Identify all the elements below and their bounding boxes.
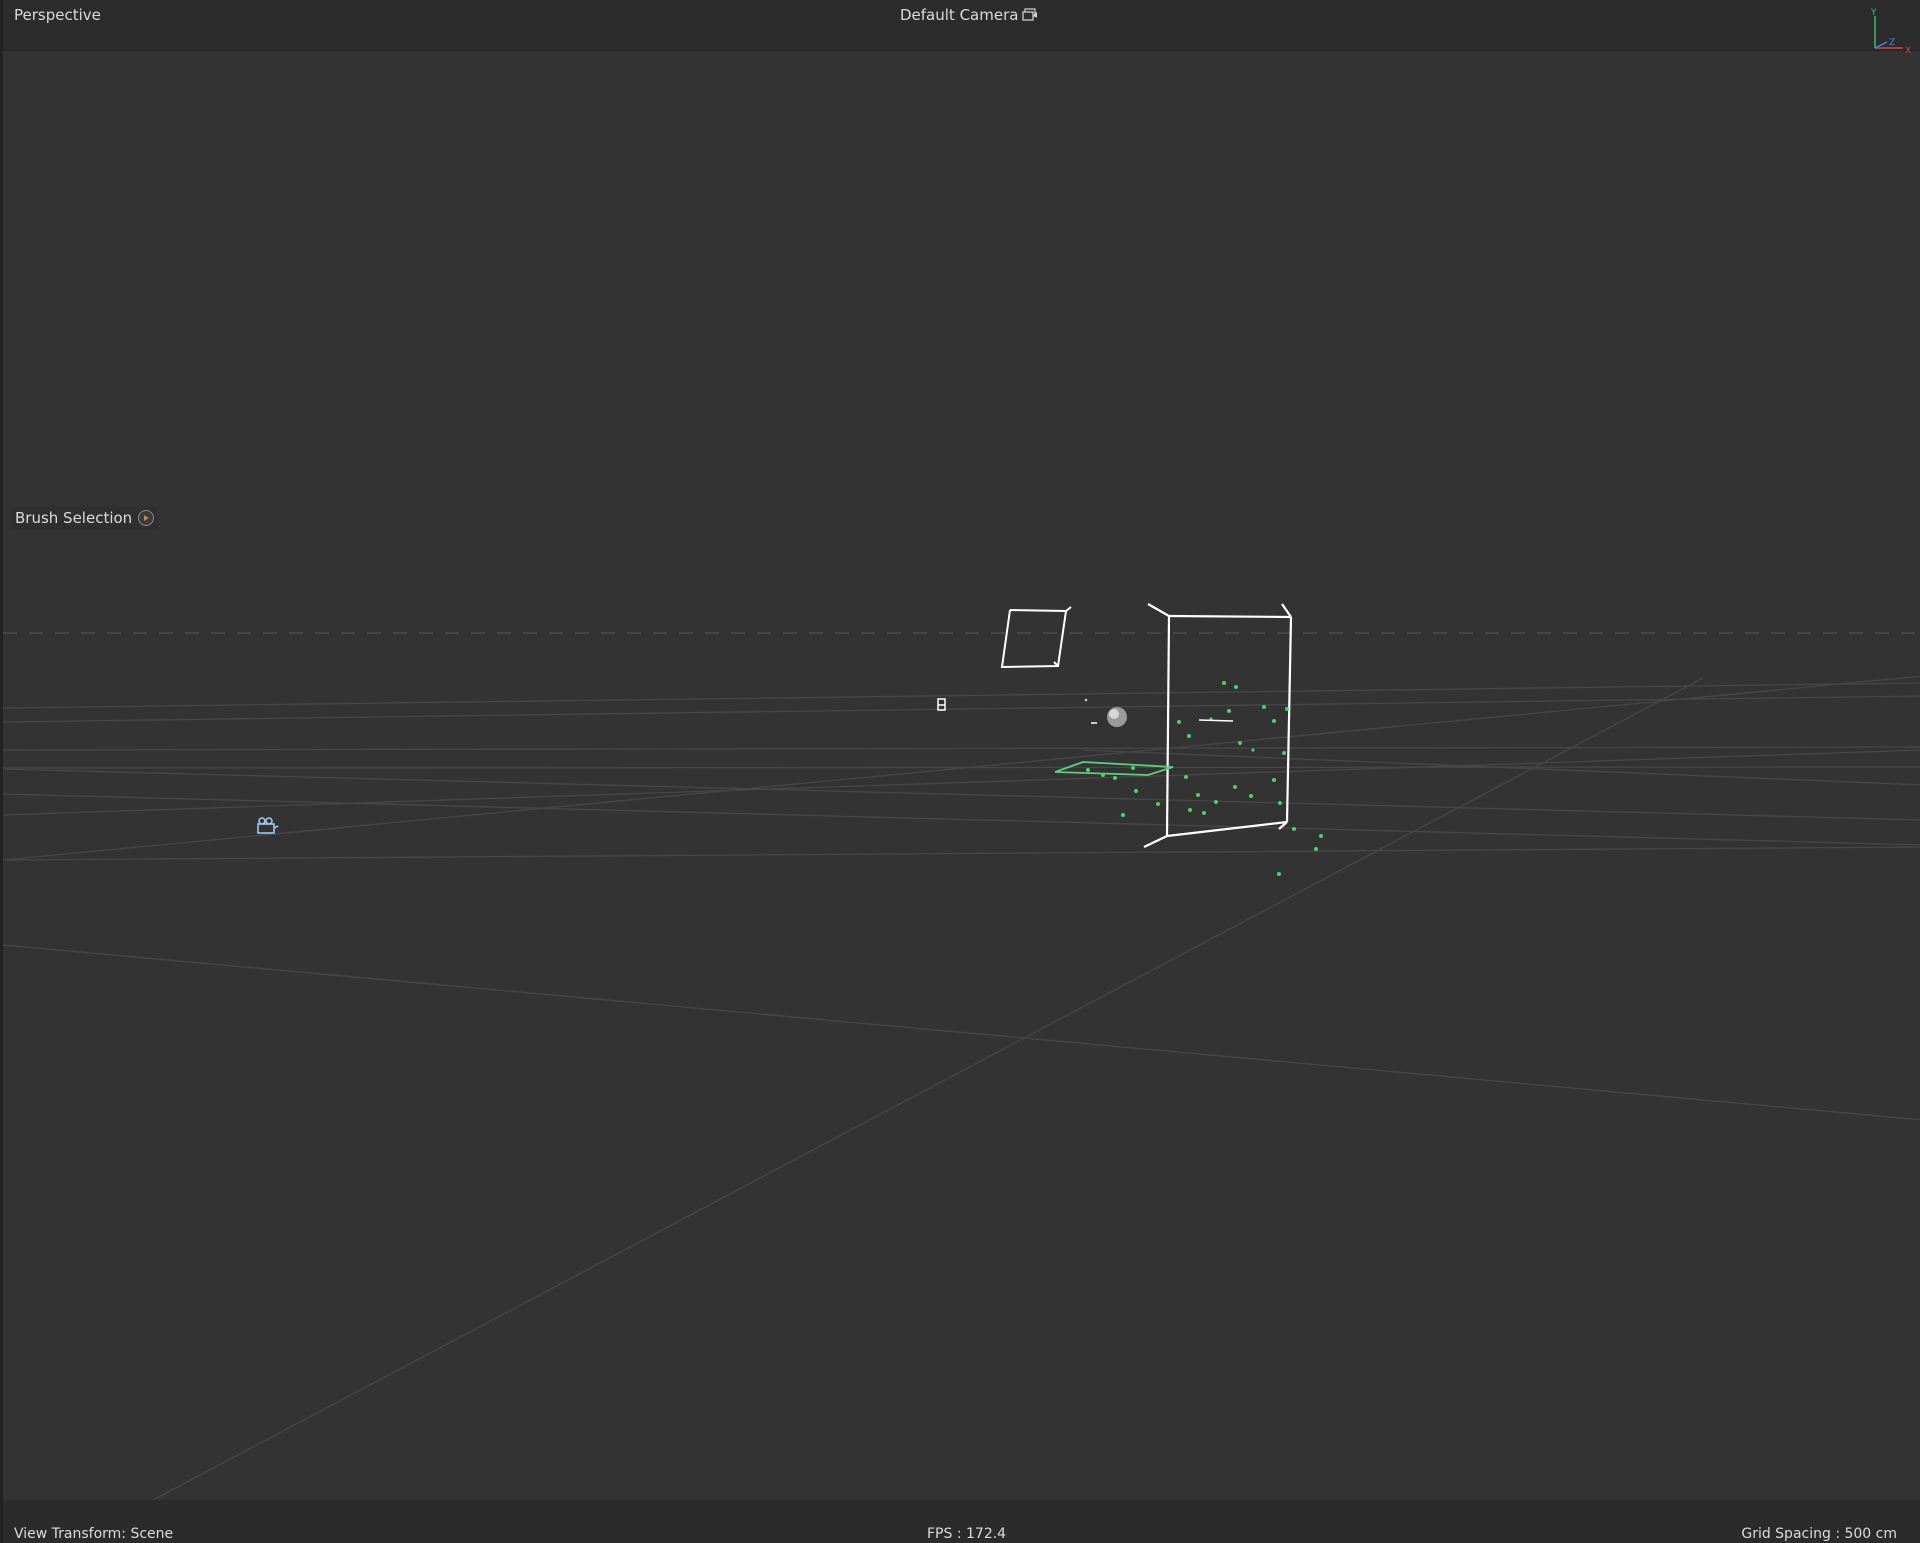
emitter-plane	[1054, 761, 1174, 776]
ground-grid	[3, 675, 1920, 1500]
axis-z-label: Z	[1889, 38, 1895, 48]
viewport-header: Perspective Default Camera Y Z X	[3, 0, 1920, 56]
scene-camera-icon	[257, 817, 279, 834]
camera-link-icon	[1022, 8, 1038, 21]
viewport-footer: View Transform: Scene FPS : 172.4 Grid S…	[3, 1500, 1920, 1543]
fps-readout: FPS : 172.4	[927, 1526, 1007, 1542]
view-transform-label: View Transform: Scene	[14, 1526, 174, 1542]
camera-selector[interactable]: Default Camera	[900, 6, 1038, 24]
box-object	[1143, 603, 1293, 848]
axis-y-label: Y	[1870, 8, 1877, 18]
light-sphere	[1084, 698, 1127, 727]
white-marker	[1198, 719, 1234, 722]
null-object	[937, 698, 946, 711]
view-mode-label[interactable]: Perspective	[14, 6, 101, 24]
camera-title-label: Default Camera	[900, 6, 1019, 24]
3d-viewport[interactable]: Perspective Default Camera Y Z X Brush S…	[0, 0, 1920, 1543]
emitter-frame	[1000, 606, 1072, 669]
grid-spacing-label: Grid Spacing : 500 cm	[1741, 1526, 1897, 1542]
scene-canvas[interactable]	[3, 50, 1920, 1500]
